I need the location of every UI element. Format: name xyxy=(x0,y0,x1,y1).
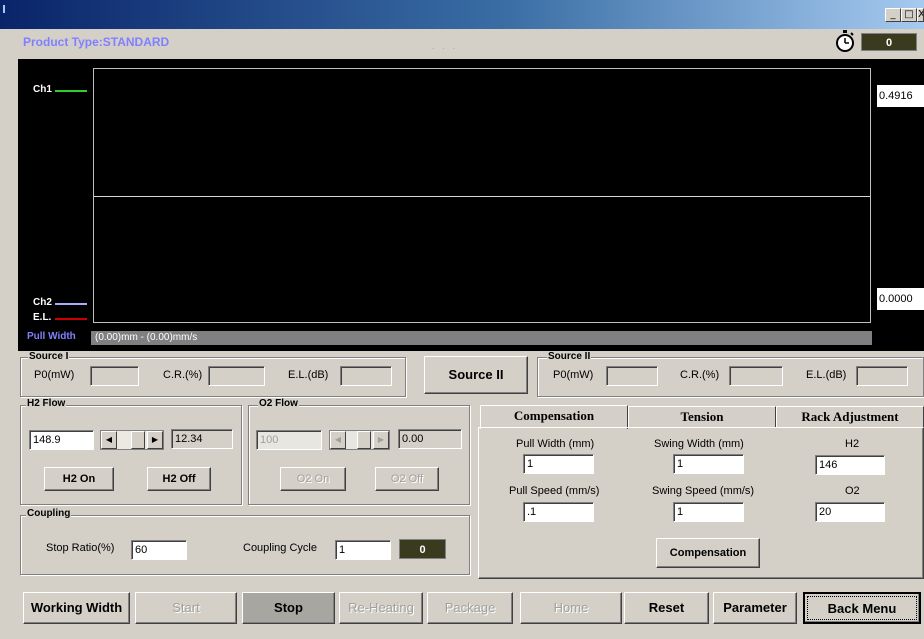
source1-p0-field xyxy=(90,366,139,386)
stop-ratio-label: Stop Ratio(%) xyxy=(46,542,115,554)
swing-speed-label: Swing Speed (mm/s) xyxy=(652,485,755,497)
timer-counter: 0 xyxy=(861,33,917,51)
h2-comp-input[interactable]: 146 xyxy=(815,455,885,475)
o2-comp-input[interactable]: 20 xyxy=(815,502,885,522)
source1-title: Source I xyxy=(28,351,70,362)
source1-cr-label: C.R.(%) xyxy=(163,369,203,381)
y-bottom-value: 0.0000 xyxy=(877,288,924,310)
h2-setpoint-input[interactable]: 148.9 xyxy=(29,430,94,450)
parameter-button[interactable]: Parameter xyxy=(713,592,797,624)
source1-el-label: E.L.(dB) xyxy=(288,369,329,381)
stopwatch-icon xyxy=(836,30,854,52)
minimize-button[interactable]: _ xyxy=(885,8,901,22)
back-menu-button[interactable]: Back Menu xyxy=(803,592,921,624)
tab-tension[interactable]: Tension xyxy=(628,406,776,428)
el-legend-line xyxy=(55,318,87,320)
o2-slider[interactable]: ◀ ▶ xyxy=(329,430,390,450)
o2-readout: 0.00 xyxy=(398,429,462,449)
swing-width-label: Swing Width (mm) xyxy=(654,438,744,450)
source1-el-field xyxy=(340,366,392,386)
h2-label: H2 xyxy=(845,438,860,450)
source1-p0-label: P0(mW) xyxy=(34,369,75,381)
h2-flow-title: H2 Flow xyxy=(26,398,67,409)
source2-title: Source II xyxy=(547,351,592,362)
start-button[interactable]: Start xyxy=(135,592,237,624)
h2-readout: 12.34 xyxy=(171,429,233,449)
source2-cr-field xyxy=(729,366,783,386)
pull-speed-input[interactable]: .1 xyxy=(523,502,594,522)
h2-slider[interactable]: ◀ ▶ xyxy=(100,430,164,450)
reset-button[interactable]: Reset xyxy=(624,592,709,624)
source2-p0-label: P0(mW) xyxy=(553,369,594,381)
maximize-button[interactable]: □ xyxy=(901,8,917,22)
el-label: E.L. xyxy=(33,312,52,323)
source2-button[interactable]: Source II xyxy=(424,356,528,394)
ch1-legend-line xyxy=(55,90,87,92)
tab-rack-adjustment[interactable]: Rack Adjustment xyxy=(776,406,924,428)
o2-label: O2 xyxy=(845,485,860,497)
coupling-title: Coupling xyxy=(26,508,72,519)
pull-width-bar: (0.00)mm - (0.00)mm/s xyxy=(91,331,872,345)
package-button[interactable]: Package xyxy=(427,592,513,624)
source1-cr-field xyxy=(208,366,265,386)
source2-el-field xyxy=(856,366,908,386)
o2-off-button[interactable]: O2 Off xyxy=(375,467,439,491)
coupling-cycle-input[interactable]: 1 xyxy=(335,540,391,560)
tab-compensation[interactable]: Compensation xyxy=(480,405,628,429)
source2-el-label: E.L.(dB) xyxy=(806,369,847,381)
source2-p0-field xyxy=(606,366,658,386)
stop-ratio-input[interactable]: 60 xyxy=(131,540,187,560)
coupling-cycle-counter: 0 xyxy=(399,539,446,559)
h2-slider-thumb[interactable] xyxy=(131,431,145,449)
working-width-button[interactable]: Working Width xyxy=(23,592,130,624)
swing-width-input[interactable]: 1 xyxy=(673,454,744,474)
h2-on-button[interactable]: H2 On xyxy=(44,467,114,491)
compensation-button[interactable]: Compensation xyxy=(656,538,760,568)
y-top-value: 0.4916 xyxy=(877,85,924,107)
h2-off-button[interactable]: H2 Off xyxy=(147,467,211,491)
title-bar[interactable] xyxy=(0,0,924,29)
o2-on-button[interactable]: O2 On xyxy=(280,467,346,491)
home-button[interactable]: Home xyxy=(520,592,622,624)
trace-line xyxy=(94,196,870,197)
status-dots: . . . xyxy=(432,42,459,51)
reheating-button[interactable]: Re-Heating xyxy=(339,592,423,624)
scroll-right-icon[interactable]: ▶ xyxy=(373,431,389,449)
scroll-left-icon[interactable]: ◀ xyxy=(101,431,117,449)
close-button[interactable]: X xyxy=(917,8,924,22)
pull-width-mm-input[interactable]: 1 xyxy=(523,454,594,474)
app-icon xyxy=(3,5,9,13)
o2-flow-title: O2 Flow xyxy=(258,398,299,409)
pull-speed-label: Pull Speed (mm/s) xyxy=(509,485,600,497)
source2-cr-label: C.R.(%) xyxy=(680,369,720,381)
ch2-label: Ch2 xyxy=(33,297,52,308)
scroll-left-icon[interactable]: ◀ xyxy=(330,431,346,449)
swing-speed-input[interactable]: 1 xyxy=(673,502,744,522)
stop-button[interactable]: Stop xyxy=(242,592,335,624)
product-type-label: Product Type:STANDARD xyxy=(23,35,170,49)
pull-width-label: Pull Width xyxy=(27,331,76,342)
coupling-cycle-label: Coupling Cycle xyxy=(243,542,317,554)
scroll-right-icon[interactable]: ▶ xyxy=(147,431,163,449)
ch1-label: Ch1 xyxy=(33,84,52,95)
pull-width-mm-label: Pull Width (mm) xyxy=(516,438,595,450)
o2-slider-thumb[interactable] xyxy=(357,431,371,449)
ch2-legend-line xyxy=(55,303,87,305)
o2-setpoint-input[interactable]: 100 xyxy=(256,430,322,450)
